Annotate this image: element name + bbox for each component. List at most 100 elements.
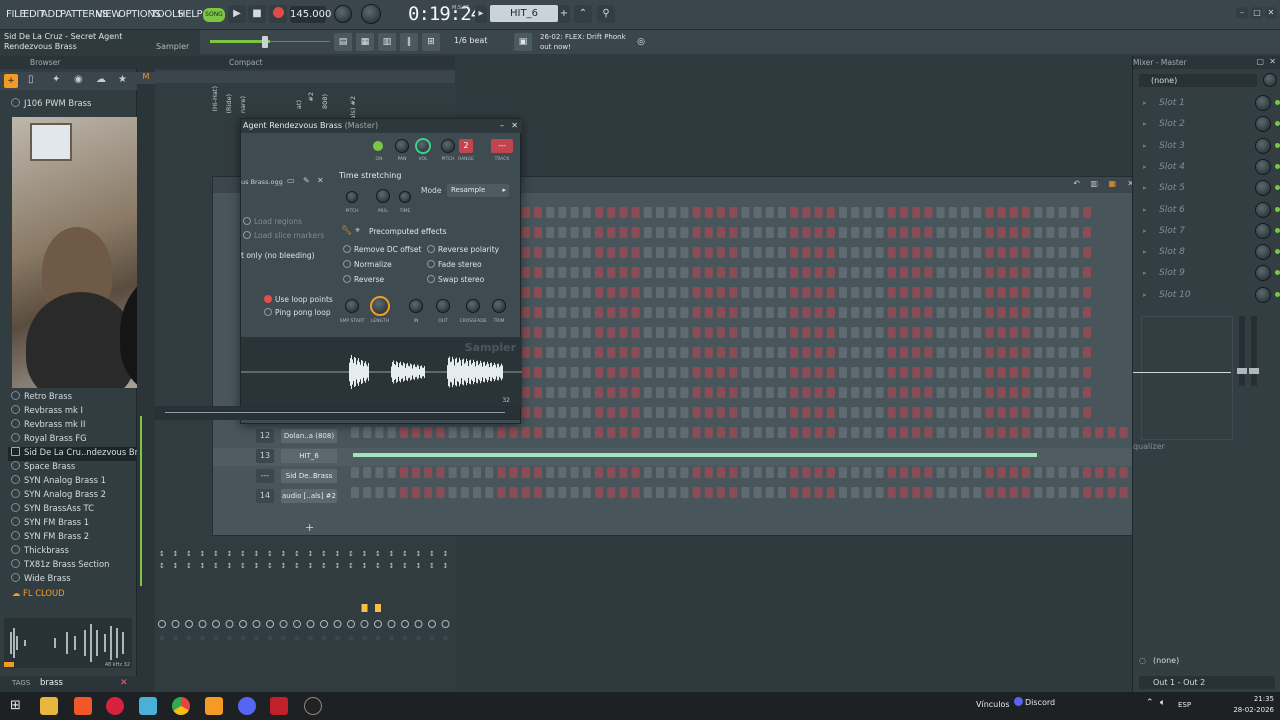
mixer-slot[interactable]: ▸ Slot 8 bbox=[1139, 243, 1280, 263]
track-selector[interactable]: --- bbox=[491, 139, 513, 153]
slot-mix-knob[interactable] bbox=[1255, 286, 1271, 303]
crossfade-knob[interactable] bbox=[466, 299, 480, 313]
channel-num[interactable]: 14 bbox=[256, 489, 274, 503]
news-icon[interactable]: ▣ bbox=[514, 33, 532, 51]
lock-icon[interactable]: ⌖ bbox=[355, 226, 360, 236]
rack-menu-icon[interactable]: ▦ bbox=[1108, 179, 1116, 188]
slot-led[interactable] bbox=[1275, 291, 1280, 297]
wave-scrollbar[interactable] bbox=[155, 406, 520, 420]
mixer-slot[interactable]: ▸ Slot 3 bbox=[1139, 137, 1280, 157]
browser-item[interactable]: Royal Brass FG bbox=[11, 433, 87, 447]
out-knob[interactable] bbox=[436, 299, 450, 313]
effect-reverse-polarity[interactable]: Reverse polarity bbox=[427, 245, 499, 254]
in-knob[interactable] bbox=[409, 299, 423, 313]
add-channel-icon[interactable]: + bbox=[305, 521, 314, 534]
undo-icon[interactable]: ↶ bbox=[1073, 179, 1080, 188]
browser-item-selected[interactable]: Sid De La Cru..ndezvous Brass bbox=[8, 447, 152, 461]
mixer-slot[interactable]: ▸ Slot 6 bbox=[1139, 201, 1280, 221]
volume-knob[interactable] bbox=[415, 138, 431, 154]
song-mode-toggle[interactable]: SONG bbox=[203, 8, 225, 22]
menu-help[interactable]: HELP bbox=[178, 9, 203, 20]
metronome-knob[interactable] bbox=[361, 4, 381, 24]
master-volume-slider[interactable] bbox=[262, 36, 268, 48]
ts-pitch-knob[interactable] bbox=[346, 191, 358, 203]
mixer-slot[interactable]: ▸ Slot 2 bbox=[1139, 115, 1280, 135]
link-icon[interactable]: ⚲ bbox=[597, 5, 615, 23]
mixer-output-dropdown[interactable]: Out 1 - Out 2 bbox=[1139, 676, 1275, 689]
effect-remove-dc[interactable]: Remove DC offset bbox=[343, 245, 421, 254]
fl-studio-taskbar-icon[interactable] bbox=[205, 697, 223, 715]
wrench-icon[interactable]: 🔧︎ bbox=[341, 226, 352, 236]
effect-reverse[interactable]: Reverse bbox=[343, 275, 384, 284]
news-panel[interactable]: 26-02: FLEX: Drift Phonk out now! bbox=[540, 32, 626, 52]
plugin-icon[interactable]: ✦ bbox=[52, 74, 60, 85]
chrome-icon[interactable] bbox=[172, 697, 190, 715]
discord-tray[interactable]: Discord bbox=[1014, 697, 1055, 707]
browser-item[interactable]: Revbrass mk I bbox=[11, 405, 83, 419]
volume-icon[interactable]: 🔈︎ bbox=[1160, 698, 1165, 708]
windows-start-icon[interactable]: ⊞ bbox=[10, 698, 21, 713]
language-indicator[interactable]: ESP bbox=[1178, 701, 1191, 709]
channel-num[interactable]: 12 bbox=[256, 429, 274, 443]
brave-icon[interactable] bbox=[74, 697, 92, 715]
mixer-slot[interactable]: ▸ Slot 5 bbox=[1139, 179, 1280, 199]
mixer-max-icon[interactable]: ▢ bbox=[1256, 57, 1264, 66]
channel-rack-icon[interactable]: ▥ bbox=[378, 33, 396, 51]
channel-name[interactable]: audio [..als] #2 bbox=[281, 489, 337, 503]
mixer-slot[interactable]: ▸ Slot 9 bbox=[1139, 264, 1280, 284]
slot-led[interactable] bbox=[1275, 121, 1280, 127]
fl-cloud-folder[interactable]: ☁ FL CLOUD bbox=[12, 588, 65, 602]
slot-mix-knob[interactable] bbox=[1255, 95, 1271, 111]
playlist-icon[interactable]: ▤ bbox=[334, 33, 352, 51]
slot-mix-knob[interactable] bbox=[1255, 201, 1271, 218]
mixer-icon[interactable]: ‖ bbox=[400, 33, 418, 51]
effect-fade-stereo[interactable]: Fade stereo bbox=[427, 260, 482, 269]
mode-option-partial[interactable]: t only (no bleeding) bbox=[241, 251, 315, 260]
browser-item[interactable]: Space Brass bbox=[11, 461, 75, 475]
mixer-track-number[interactable]: 2 bbox=[459, 139, 473, 153]
browser-item[interactable]: SYN BrassAss TC bbox=[11, 503, 94, 517]
discord-icon[interactable] bbox=[238, 697, 256, 715]
slot-led[interactable] bbox=[1275, 163, 1280, 169]
mixer-input-knob[interactable] bbox=[1263, 73, 1277, 87]
browser-add-icon[interactable]: + bbox=[4, 74, 18, 88]
record-icon[interactable] bbox=[269, 5, 287, 23]
pan-knob[interactable] bbox=[395, 139, 409, 153]
sound-icon[interactable]: ◉ bbox=[74, 74, 83, 85]
clear-search-icon[interactable]: ✕ bbox=[120, 678, 128, 688]
slot-mix-knob[interactable] bbox=[1255, 158, 1271, 175]
clear-sample-icon[interactable]: ✕ bbox=[317, 176, 324, 185]
file-explorer-icon[interactable] bbox=[40, 697, 58, 715]
browser-item[interactable]: SYN FM Brass 2 bbox=[11, 531, 89, 545]
globe-icon[interactable]: ◎ bbox=[632, 33, 650, 51]
use-loop-points-option[interactable]: Use loop points bbox=[264, 295, 333, 304]
stop-icon[interactable]: ■ bbox=[248, 5, 266, 23]
pattern-prev-icon[interactable]: ▸ bbox=[475, 5, 487, 23]
load-regions-option[interactable]: Load regions bbox=[243, 217, 302, 226]
rack-grid-icon[interactable]: ▥ bbox=[1090, 179, 1098, 188]
pattern-selector[interactable]: HIT_6 bbox=[490, 5, 558, 22]
slot-mix-knob[interactable] bbox=[1255, 116, 1271, 133]
browser-icon[interactable]: ⊞ bbox=[422, 33, 440, 51]
browser-item[interactable]: Retro Brass bbox=[11, 391, 72, 405]
browser-item[interactable]: Revbrass mk II bbox=[11, 419, 85, 433]
youtube-icon[interactable] bbox=[106, 697, 124, 715]
slot-mix-knob[interactable] bbox=[1255, 265, 1271, 282]
fader-handle[interactable] bbox=[1237, 368, 1247, 374]
slot-led[interactable] bbox=[1275, 270, 1280, 276]
effect-swap-stereo[interactable]: Swap stereo bbox=[427, 275, 484, 284]
master-pitch-knob[interactable] bbox=[334, 5, 352, 23]
minimize-icon[interactable]: – bbox=[1236, 7, 1248, 19]
mini-mixer-strips[interactable]: ↕ ↕ ↕ ↕ ↕ ↕ ↕ ↕ ↕ ↕ ↕ ↕ ↕ ↕ ↕ ↕ ↕ ↕ ↕ ↕ ↕ ↕ ↕ ↕ ↕ ↕ ↕ ↕ ↕ ↕ ↕ ↕ ↕ ↕ ↕ ↕ ↕ ↕ ↕ ↕… bbox=[155, 546, 455, 676]
mixer-preset-dropdown[interactable]: (none) bbox=[1139, 74, 1257, 87]
trim-knob[interactable] bbox=[492, 299, 506, 313]
mixer-slot[interactable]: ▸ Slot 1 bbox=[1139, 94, 1280, 114]
mixer-slot[interactable]: ▸ Slot 10 bbox=[1139, 286, 1280, 306]
channel-on-led[interactable] bbox=[373, 141, 383, 151]
browser-item[interactable]: TX81z Brass Section bbox=[11, 559, 109, 573]
browser-item[interactable]: SYN FM Brass 1 bbox=[11, 517, 89, 531]
ts-time-knob[interactable] bbox=[399, 191, 411, 203]
tray-expand-icon[interactable]: ⌃ bbox=[1146, 698, 1154, 708]
pattern-add-icon[interactable]: + bbox=[558, 5, 570, 23]
star-icon[interactable]: ★ bbox=[118, 74, 127, 85]
